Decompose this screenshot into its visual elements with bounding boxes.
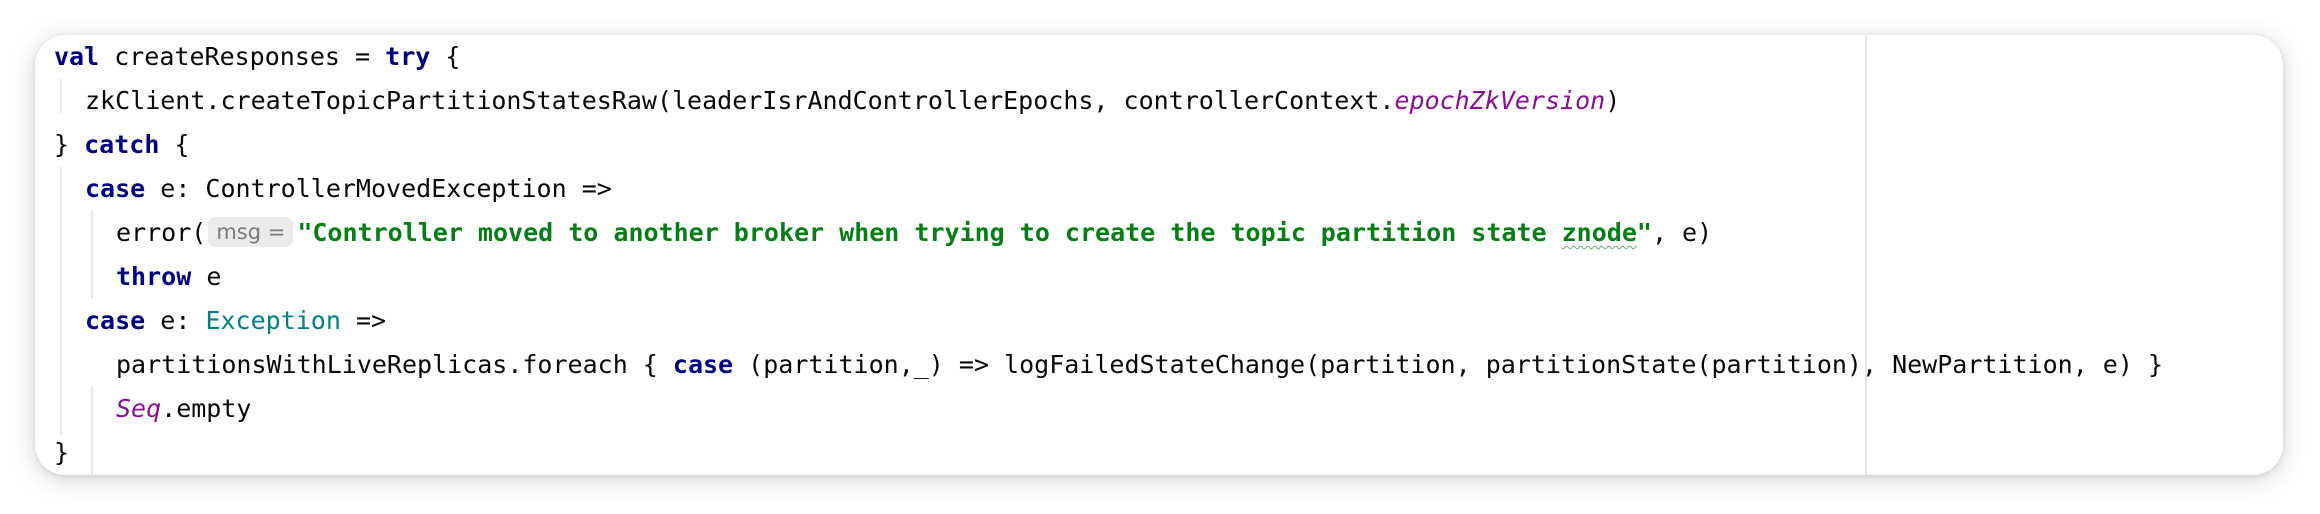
keyword-case: case xyxy=(85,174,146,203)
code-text: createResponses = xyxy=(99,42,386,71)
object-reference: Seq xyxy=(116,394,162,423)
code-text: , e) xyxy=(1651,218,1713,247)
indent-guide xyxy=(60,167,62,435)
code-line-5[interactable]: error(msg = "Controller moved to another … xyxy=(116,211,1712,255)
string-literal-end: " xyxy=(1636,218,1652,247)
keyword-val: val xyxy=(54,42,100,71)
keyword-try: try xyxy=(385,42,431,71)
code-line-3[interactable]: } catch { xyxy=(54,123,189,167)
parameter-hint: msg = xyxy=(208,217,294,247)
keyword-catch: catch xyxy=(84,130,160,159)
code-line-1[interactable]: val createResponses = try { xyxy=(54,35,460,79)
code-text: e: ControllerMovedException => xyxy=(145,174,612,203)
string-literal: "Controller moved to another broker when… xyxy=(297,218,1562,247)
code-text: } xyxy=(54,438,70,467)
code-line-7[interactable]: case e: Exception => xyxy=(85,299,386,343)
indent-guide xyxy=(60,79,62,113)
code-text: .empty xyxy=(161,394,252,423)
code-line-9[interactable]: Seq.empty xyxy=(116,387,251,431)
typo-word: znode xyxy=(1561,218,1637,247)
member-reference: epochZkVersion xyxy=(1394,86,1606,115)
code-text: => xyxy=(340,306,387,335)
code-line-8[interactable]: partitionsWithLiveReplicas.foreach { cas… xyxy=(116,343,2163,387)
code-text: partitionsWithLiveReplicas.foreach { xyxy=(116,350,673,379)
code-text: { xyxy=(159,130,190,159)
code-editor[interactable]: val createResponses = try { zkClient.cre… xyxy=(35,35,2283,475)
code-text: zkClient.createTopicPartitionStatesRaw(l… xyxy=(85,86,1395,115)
code-text: ) xyxy=(1605,86,1621,115)
code-text: e xyxy=(191,262,222,291)
code-line-10[interactable]: } xyxy=(54,431,69,475)
keyword-case: case xyxy=(85,306,146,335)
code-text: e: xyxy=(145,306,206,335)
type-reference: Exception xyxy=(205,306,341,335)
code-text: (partition,_) => logFailedStateChange(pa… xyxy=(733,350,2163,379)
code-text: } xyxy=(54,130,85,159)
code-text: { xyxy=(430,42,461,71)
code-line-2[interactable]: zkClient.createTopicPartitionStatesRaw(l… xyxy=(85,79,1620,123)
keyword-case: case xyxy=(672,350,734,379)
right-margin-guide xyxy=(1865,35,1867,475)
code-text: error( xyxy=(116,218,207,247)
keyword-throw: throw xyxy=(116,262,192,291)
indent-guide xyxy=(91,211,93,299)
indent-guide xyxy=(91,387,93,475)
code-line-6[interactable]: throw e xyxy=(116,255,221,299)
code-line-4[interactable]: case e: ControllerMovedException => xyxy=(85,167,612,211)
